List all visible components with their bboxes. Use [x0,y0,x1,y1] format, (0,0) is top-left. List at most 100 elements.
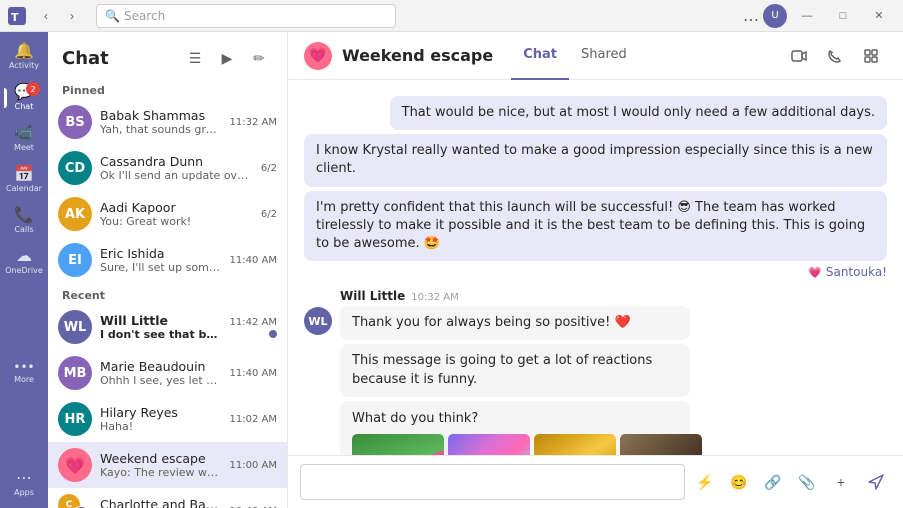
compose-button[interactable]: ✏ [245,44,273,72]
image-thumb-1 [352,434,444,455]
message-bubble-will-2: This message is going to get a lot of re… [340,344,690,396]
chat-preview-marie: Ohhh I see, yes let me fix that! [100,374,222,387]
chat-name-babak: Babak Shammas [100,108,222,123]
chat-time-weekend: 11:00 AM [230,460,277,471]
back-button[interactable]: ‹ [34,4,58,28]
chat-time-babak: 11:32 AM [230,117,277,128]
message-input[interactable] [300,464,685,500]
more-header-button[interactable] [855,40,887,72]
chat-name-hilary: Hilary Reyes [100,405,222,420]
minimize-button[interactable]: — [791,6,823,26]
sidebar-item-apps[interactable]: ⋯ Apps [4,464,44,503]
chat-name-weekend: Weekend escape [100,451,222,466]
attach-file-button[interactable]: 📎 [793,468,821,496]
chat-item-cassandra[interactable]: CD Cassandra Dunn Ok I'll send an update… [48,145,287,191]
chat-list-title: Chat [62,48,175,69]
image-thumb-4 [620,434,702,455]
nav-rail: 🔔 Activity 💬 Chat 2 📹 Meet 📅 Calendar 📞 … [0,32,48,508]
video-call-header-button[interactable] [783,40,815,72]
pinned-section-label: Pinned [48,78,287,99]
maximize-button[interactable]: □ [827,6,859,26]
sidebar-item-calls[interactable]: 📞 Calls [4,201,44,240]
chat-item-babak[interactable]: BS Babak Shammas Yah, that sounds great … [48,99,287,145]
chat-preview-aadi: You: Great work! [100,215,253,228]
ms-teams-logo: T [8,7,26,25]
chat-item-weekend[interactable]: 💗 Weekend escape Kayo: The review went r… [48,442,287,488]
chat-time-cassandra: 6/2 [261,163,277,174]
chat-info-babak: Babak Shammas Yah, that sounds great [100,108,222,136]
image-card: What do you think? [340,401,690,455]
chat-meta-weekend: 11:00 AM [230,460,277,471]
send-button[interactable] [861,467,891,497]
filter-button[interactable]: ☰ [181,44,209,72]
image-thumb-2 [448,434,530,455]
chat-item-will[interactable]: WL Will Little I don't see that being an… [48,304,287,350]
tab-chat[interactable]: Chat [511,32,569,80]
chat-item-eric[interactable]: EI Eric Ishida Sure, I'll set up somethi… [48,237,287,283]
more-actions-button[interactable]: + [827,468,855,496]
titlebar-right: … U — □ ✕ [743,4,895,28]
chat-time-will: 11:42 AM [230,317,277,328]
unread-indicator-will [269,330,277,338]
close-button[interactable]: ✕ [863,6,895,26]
tab-shared-label: Shared [581,47,627,62]
chat-header-actions [783,40,887,72]
msg-sender-will: Will Little [340,289,405,303]
calls-label: Calls [14,225,33,234]
chat-meta-eric: 11:40 AM [230,255,277,266]
user-avatar[interactable]: U [763,4,787,28]
chat-item-charlotte[interactable]: C B Charlotte and Babak Charlotte: The c… [48,488,287,508]
search-bar[interactable]: 🔍 Search [96,4,396,28]
chat-name-eric: Eric Ishida [100,246,222,261]
forward-button[interactable]: › [60,4,84,28]
search-icon: 🔍 [105,9,120,23]
more-icon: ••• [13,361,34,373]
msg-time-will: 10:32 AM [411,292,458,303]
sidebar-item-onedrive[interactable]: ☁ OneDrive [4,242,44,281]
sidebar-item-chat[interactable]: 💬 Chat 2 [4,78,44,117]
chat-header: 💗 Weekend escape Chat Shared [288,32,903,80]
sidebar-item-activity[interactable]: 🔔 Activity [4,37,44,76]
avatar-marie: MB [58,356,92,390]
audio-call-header-button[interactable] [819,40,851,72]
chat-header-avatar: 💗 [304,42,332,70]
avatar-babak: BS [58,105,92,139]
nav-buttons: ‹ › [34,4,84,28]
chat-list-panel: Chat ☰ ▶ ✏ Pinned BS Babak Shammas Yah, … [48,32,288,508]
chat-header-tabs: Chat Shared [511,32,639,80]
chat-list-scroll: Pinned BS Babak Shammas Yah, that sounds… [48,78,287,508]
chat-item-hilary[interactable]: HR Hilary Reyes Haha! 11:02 AM [48,396,287,442]
sidebar-item-more[interactable]: ••• More [4,355,44,390]
search-placeholder: Search [124,9,165,23]
format-button[interactable]: ⚡ [691,468,719,496]
sidebar-item-meet[interactable]: 📹 Meet [4,119,44,158]
image-grid [352,434,678,455]
tab-shared[interactable]: Shared [569,32,639,80]
chat-name-marie: Marie Beaudouin [100,359,222,374]
attach-link-button[interactable]: 🔗 [759,468,787,496]
avatar-will: WL [58,310,92,344]
svg-text:T: T [11,11,19,24]
apps-icon: ⋯ [16,470,32,486]
chat-meta-babak: 11:32 AM [230,117,277,128]
onedrive-icon: ☁ [16,248,32,264]
video-call-button[interactable]: ▶ [213,44,241,72]
avatar-eric: EI [58,243,92,277]
chat-preview-hilary: Haha! [100,420,222,433]
more-label: More [14,375,34,384]
more-options-icon[interactable]: … [743,6,759,25]
message-bubble-will-1: Thank you for always being so positive! … [340,306,690,340]
video-icon [791,48,807,64]
chat-item-aadi[interactable]: AK Aadi Kapoor You: Great work! 6/2 [48,191,287,237]
message-content-will: Will Little 10:32 AM Thank you for alway… [340,289,690,455]
app-body: 🔔 Activity 💬 Chat 2 📹 Meet 📅 Calendar 📞 … [0,32,903,508]
emoji-button[interactable]: 😊 [725,468,753,496]
chat-preview-will: I don't see that being an issue, can tak… [100,328,222,341]
sidebar-item-calendar[interactable]: 📅 Calendar [4,160,44,199]
chat-info-will: Will Little I don't see that being an is… [100,313,222,341]
chat-item-marie[interactable]: MB Marie Beaudouin Ohhh I see, yes let m… [48,350,287,396]
message-bubble-1: That would be nice, but at most I would … [390,96,887,130]
chat-name-charlotte: Charlotte and Babak [100,497,222,508]
chat-label: Chat [15,102,34,111]
calendar-icon: 📅 [14,166,34,182]
